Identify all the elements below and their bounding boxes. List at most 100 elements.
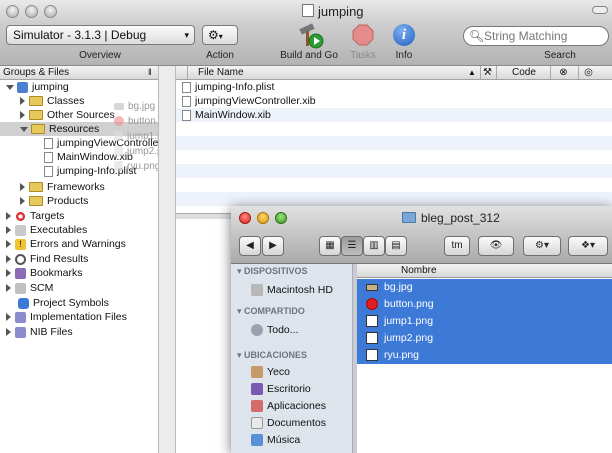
stop-icon — [352, 24, 374, 46]
overview-label: Overview — [79, 50, 121, 61]
tree-item-find-results[interactable]: Find Results — [6, 252, 88, 266]
dropbox-button[interactable]: ❖▾ — [568, 236, 608, 256]
search-field[interactable]: 🔍︎ String Matching — [463, 26, 609, 46]
tree-item-implementation-files[interactable]: Implementation Files — [6, 310, 127, 324]
tree-item-errors-warnings[interactable]: ! Errors and Warnings — [6, 237, 126, 251]
sidebar-item-label: Aplicaciones — [267, 400, 326, 412]
tree-item-executables[interactable]: Executables — [6, 223, 87, 237]
sidebar-item-desktop[interactable]: Escritorio — [251, 383, 311, 396]
sidebar-item-music[interactable]: Música — [251, 434, 300, 447]
popup-arrow-icon: ▾ — [218, 32, 223, 41]
sidebar-item-all[interactable]: Todo... — [251, 324, 299, 337]
finder-window: bleg_post_312 ◀ ▶ ▦ ☰ ▥ ▤ tm 👁︎ ⚙▾ ❖▾ ▾ … — [231, 206, 612, 453]
tree-item-label: Implementation Files — [30, 311, 127, 323]
info-button[interactable]: i — [393, 24, 415, 46]
overview-popup[interactable]: Simulator - 3.1.3 | Debug ▾ — [6, 25, 195, 45]
file-list-header: File Name ▲ ⚒ Code ⊗ ◎ — [176, 66, 612, 80]
tree-item-resources[interactable]: Resources — [20, 122, 99, 136]
build-status-column-header[interactable]: ⚒ — [480, 66, 494, 79]
list-view-button[interactable]: ☰ — [341, 236, 363, 256]
tree-item-label: Targets — [30, 210, 65, 222]
applications-icon — [251, 400, 263, 413]
tree-item-other-sources[interactable]: Other Sources — [20, 108, 115, 122]
drag-ghost-label: ryu.png — [127, 161, 161, 172]
toolbar-toggle-button[interactable] — [592, 6, 608, 14]
plist-file-icon — [44, 165, 53, 177]
file-list-row[interactable]: jumping-Info.plist — [182, 80, 274, 94]
finder-file-name: bg.jpg — [384, 281, 413, 293]
drag-ghost-item: ryu.png — [114, 161, 160, 172]
tree-item-targets[interactable]: Targets — [6, 209, 64, 223]
target-icon: ◎ — [584, 67, 593, 78]
finder-zoom-button[interactable] — [275, 212, 287, 224]
tree-item-frameworks[interactable]: Frameworks — [20, 180, 105, 194]
sidebar-section-heading[interactable]: ▾ DISPOSITIVOS — [237, 266, 308, 277]
sidebar-item-home[interactable]: Yeco — [251, 366, 290, 379]
xib-file-icon — [44, 137, 53, 149]
tasks-button[interactable] — [352, 24, 374, 46]
pane-splitter[interactable] — [158, 66, 176, 453]
file-type-column-header[interactable] — [176, 66, 188, 79]
error-column-header[interactable]: ⊗ — [550, 66, 576, 79]
finder-file-row[interactable]: ryu.png — [357, 347, 612, 364]
build-and-go-button[interactable] — [294, 23, 324, 49]
target-column-header[interactable]: ◎ — [578, 66, 598, 79]
disclosure-open-icon — [20, 126, 28, 132]
column-view-button[interactable]: ▥ — [363, 236, 385, 256]
minimize-button[interactable] — [25, 5, 38, 18]
columns-icon: ▥ — [369, 240, 379, 251]
finder-file-row[interactable]: jump1.png — [357, 313, 612, 330]
disclosure-closed-icon — [6, 226, 11, 235]
zoom-button[interactable] — [44, 5, 57, 18]
tree-item-classes[interactable]: Classes — [20, 94, 84, 108]
close-button[interactable] — [6, 5, 19, 18]
finder-minimize-button[interactable] — [257, 212, 269, 224]
file-list-row[interactable]: MainWindow.xib — [182, 108, 271, 122]
tree-item-bookmarks[interactable]: Bookmarks — [6, 266, 83, 280]
sidebar-section-heading[interactable]: ▾ UBICACIONES — [237, 350, 307, 361]
sidebar-section-heading[interactable]: ▾ COMPARTIDO — [237, 306, 305, 317]
finder-action-button[interactable]: ⚙▾ — [523, 236, 561, 256]
finder-file-list: Nombre bg.jpg button.png jump1.png jump2… — [357, 264, 612, 453]
folder-icon — [31, 124, 45, 135]
action-label: Action — [206, 50, 234, 61]
sidebar-item-macintosh-hd[interactable]: Macintosh HD — [251, 284, 333, 297]
textmate-button[interactable]: tm — [444, 236, 470, 256]
groups-files-header[interactable]: Groups & Files ‖ — [0, 66, 158, 80]
hard-drive-icon — [251, 284, 263, 297]
tree-item-scm[interactable]: SCM — [6, 281, 53, 295]
forward-arrow-icon: ▶ — [269, 240, 277, 251]
hammer-icon: ⚒ — [483, 67, 492, 78]
toolbar: Simulator - 3.1.3 | Debug ▾ Overview ⚙▾ … — [0, 22, 612, 66]
code-column-header[interactable]: Code — [496, 66, 548, 79]
overview-value: Simulator - 3.1.3 | Debug — [13, 28, 147, 42]
file-name-column-header[interactable]: File Name — [198, 66, 244, 79]
scm-icon — [15, 282, 26, 294]
sidebar-item-documents[interactable]: Documentos — [251, 417, 326, 430]
bookmarks-icon — [15, 267, 26, 279]
quick-look-button[interactable]: 👁︎ — [478, 236, 514, 256]
tree-item-nib-files[interactable]: NIB Files — [6, 325, 73, 339]
back-button[interactable]: ◀ — [239, 236, 261, 256]
gear-icon: ⚙▾ — [535, 240, 549, 251]
action-button[interactable]: ⚙▾ — [202, 25, 238, 45]
tree-item-jumping[interactable]: jumping — [6, 80, 69, 94]
tree-item-products[interactable]: Products — [20, 194, 88, 208]
drag-ghost-item: bg.jpg — [114, 101, 155, 112]
finder-file-row[interactable]: jump2.png — [357, 330, 612, 347]
tree-item-label: SCM — [30, 282, 54, 294]
disclosure-closed-icon — [20, 197, 25, 206]
list-icon: ☰ — [347, 240, 357, 251]
disclosure-closed-icon — [20, 183, 25, 192]
finder-file-row[interactable]: button.png — [357, 296, 612, 313]
file-list: jumping-Info.plist jumpingViewController… — [176, 80, 612, 215]
forward-button[interactable]: ▶ — [262, 236, 284, 256]
name-column-header[interactable]: Nombre — [401, 264, 437, 277]
finder-file-row[interactable]: bg.jpg — [357, 279, 612, 296]
coverflow-button[interactable]: ▤ — [385, 236, 407, 256]
tree-item-project-symbols[interactable]: Project Symbols — [18, 296, 109, 310]
sidebar-item-applications[interactable]: Aplicaciones — [251, 400, 326, 413]
finder-close-button[interactable] — [239, 212, 251, 224]
icon-view-button[interactable]: ▦ — [319, 236, 341, 256]
file-list-row[interactable]: jumpingViewController.xib — [182, 94, 316, 108]
